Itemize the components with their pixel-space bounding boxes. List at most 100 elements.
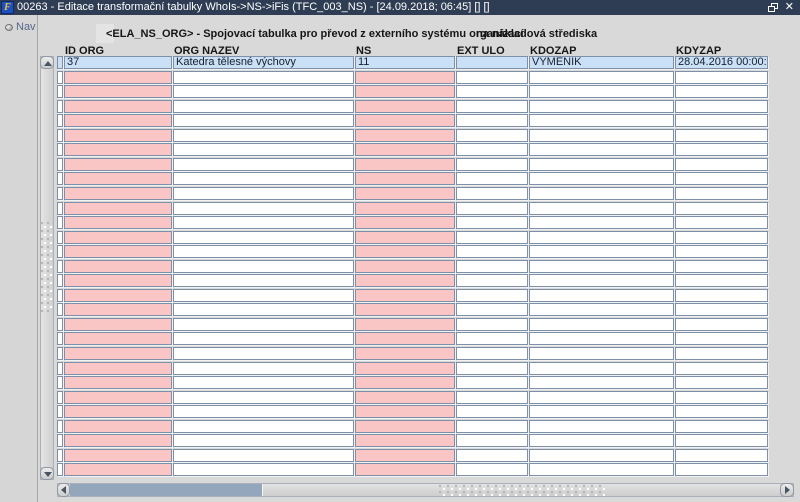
- cell-ext-ulo[interactable]: [456, 420, 528, 433]
- cell-id-org[interactable]: [64, 216, 172, 229]
- cell-kdozap[interactable]: [529, 463, 674, 476]
- cell-kdyzap[interactable]: [675, 216, 768, 229]
- cell-ext-ulo[interactable]: [456, 71, 528, 84]
- cell-id-org[interactable]: [64, 434, 172, 447]
- cell-ns[interactable]: [355, 114, 455, 127]
- cell-org-nazev[interactable]: [173, 129, 354, 142]
- cell-ns[interactable]: [355, 202, 455, 215]
- cell-kdozap[interactable]: VYMENIK: [529, 56, 674, 69]
- cell-ns[interactable]: [355, 274, 455, 287]
- cell-id-org[interactable]: [64, 231, 172, 244]
- cell-id-org[interactable]: [64, 405, 172, 418]
- record-indicator[interactable]: [57, 85, 63, 98]
- cell-kdyzap[interactable]: [675, 274, 768, 287]
- cell-ns[interactable]: [355, 420, 455, 433]
- cell-ns[interactable]: [355, 245, 455, 258]
- cell-org-nazev[interactable]: [173, 100, 354, 113]
- scroll-down-button[interactable]: [40, 467, 54, 480]
- cell-kdyzap[interactable]: [675, 405, 768, 418]
- cell-ns[interactable]: [355, 318, 455, 331]
- cell-id-org[interactable]: [64, 187, 172, 200]
- cell-ns[interactable]: [355, 143, 455, 156]
- record-indicator[interactable]: [57, 100, 63, 113]
- record-indicator[interactable]: [57, 318, 63, 331]
- cell-kdozap[interactable]: [529, 347, 674, 360]
- horizontal-scrollbar[interactable]: [57, 483, 794, 497]
- cell-ns[interactable]: 11: [355, 56, 455, 69]
- record-indicator[interactable]: [57, 362, 63, 375]
- record-indicator[interactable]: [57, 56, 63, 69]
- cell-ext-ulo[interactable]: [456, 318, 528, 331]
- cell-kdyzap[interactable]: [675, 347, 768, 360]
- cell-ns[interactable]: [355, 376, 455, 389]
- cell-kdyzap[interactable]: [675, 303, 768, 316]
- cell-kdyzap[interactable]: [675, 362, 768, 375]
- cell-kdozap[interactable]: [529, 274, 674, 287]
- cell-id-org[interactable]: [64, 332, 172, 345]
- cell-ext-ulo[interactable]: [456, 463, 528, 476]
- cell-org-nazev[interactable]: [173, 143, 354, 156]
- record-indicator[interactable]: [57, 187, 63, 200]
- cell-ns[interactable]: [355, 187, 455, 200]
- cell-org-nazev[interactable]: [173, 303, 354, 316]
- cell-kdyzap[interactable]: [675, 172, 768, 185]
- cell-org-nazev[interactable]: [173, 420, 354, 433]
- record-indicator[interactable]: [57, 231, 63, 244]
- cell-ext-ulo[interactable]: [456, 216, 528, 229]
- cell-ext-ulo[interactable]: [456, 362, 528, 375]
- record-indicator[interactable]: [57, 129, 63, 142]
- cell-kdyzap[interactable]: [675, 434, 768, 447]
- cell-kdozap[interactable]: [529, 71, 674, 84]
- cell-ext-ulo[interactable]: [456, 158, 528, 171]
- cell-kdozap[interactable]: [529, 187, 674, 200]
- cell-ext-ulo[interactable]: [456, 376, 528, 389]
- cell-ns[interactable]: [355, 405, 455, 418]
- cell-org-nazev[interactable]: [173, 391, 354, 404]
- cell-ext-ulo[interactable]: [456, 274, 528, 287]
- record-indicator[interactable]: [57, 202, 63, 215]
- scroll-right-button[interactable]: [780, 483, 794, 497]
- cell-kdozap[interactable]: [529, 143, 674, 156]
- cell-kdozap[interactable]: [529, 434, 674, 447]
- cell-kdyzap[interactable]: [675, 245, 768, 258]
- cell-org-nazev[interactable]: [173, 289, 354, 302]
- cell-kdozap[interactable]: [529, 202, 674, 215]
- record-indicator[interactable]: [57, 376, 63, 389]
- cell-id-org[interactable]: [64, 303, 172, 316]
- nav-button[interactable]: Nav: [5, 21, 36, 33]
- cell-kdozap[interactable]: [529, 289, 674, 302]
- cell-kdozap[interactable]: [529, 129, 674, 142]
- cell-id-org[interactable]: [64, 202, 172, 215]
- cell-ns[interactable]: [355, 289, 455, 302]
- scroll-up-button[interactable]: [40, 56, 54, 69]
- record-indicator[interactable]: [57, 347, 63, 360]
- cell-id-org[interactable]: [64, 347, 172, 360]
- cell-kdozap[interactable]: [529, 158, 674, 171]
- cell-org-nazev[interactable]: [173, 405, 354, 418]
- cell-id-org[interactable]: [64, 449, 172, 462]
- record-indicator[interactable]: [57, 143, 63, 156]
- cell-ext-ulo[interactable]: [456, 202, 528, 215]
- cell-ns[interactable]: [355, 71, 455, 84]
- cell-kdyzap[interactable]: [675, 202, 768, 215]
- vertical-scroll-thumb[interactable]: [41, 69, 53, 467]
- cell-id-org[interactable]: [64, 420, 172, 433]
- cell-ext-ulo[interactable]: [456, 114, 528, 127]
- record-indicator[interactable]: [57, 245, 63, 258]
- cell-org-nazev[interactable]: [173, 449, 354, 462]
- cell-id-org[interactable]: [64, 463, 172, 476]
- cell-org-nazev[interactable]: [173, 434, 354, 447]
- cell-kdyzap[interactable]: [675, 289, 768, 302]
- cell-kdozap[interactable]: [529, 362, 674, 375]
- cell-kdozap[interactable]: [529, 100, 674, 113]
- window-titlebar[interactable]: F 00263 - Editace transformační tabulky …: [0, 0, 800, 15]
- horizontal-scroll-thumb[interactable]: [262, 484, 780, 496]
- cell-ext-ulo[interactable]: [456, 172, 528, 185]
- cell-id-org[interactable]: [64, 289, 172, 302]
- cell-ns[interactable]: [355, 434, 455, 447]
- cell-org-nazev[interactable]: [173, 172, 354, 185]
- close-window-icon[interactable]: ✕: [785, 2, 794, 13]
- cell-org-nazev[interactable]: [173, 114, 354, 127]
- cell-ext-ulo[interactable]: [456, 129, 528, 142]
- record-indicator[interactable]: [57, 71, 63, 84]
